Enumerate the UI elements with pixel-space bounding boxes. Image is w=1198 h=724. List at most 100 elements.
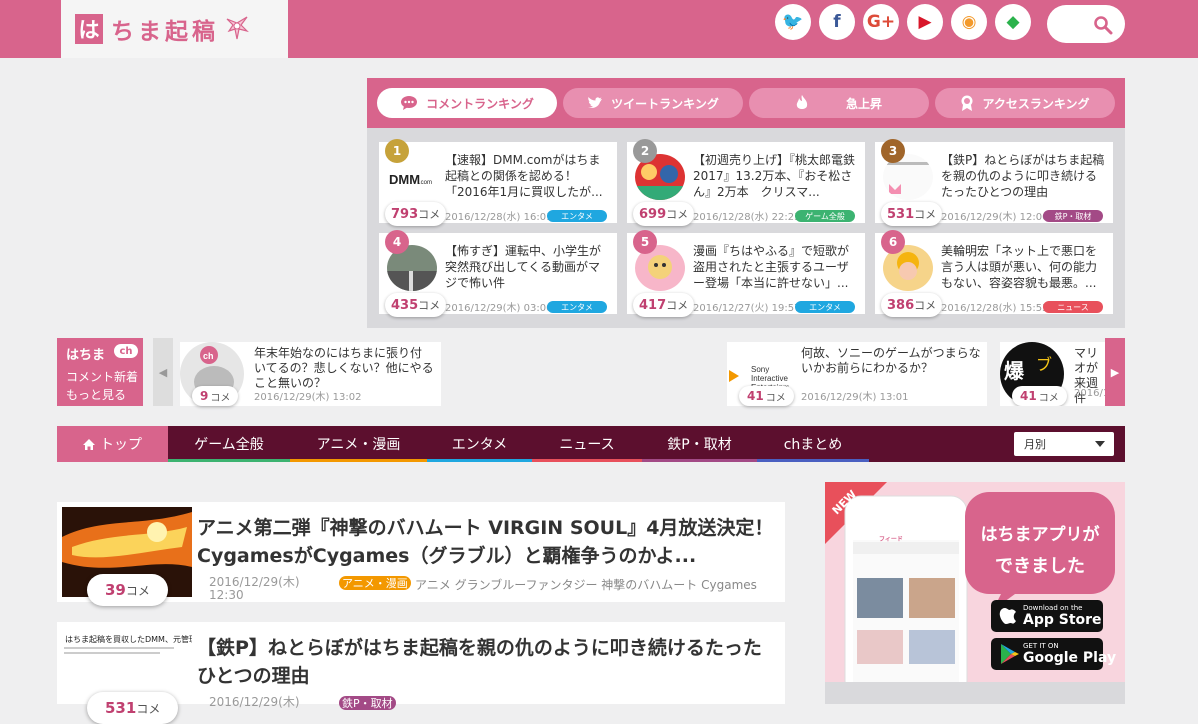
- channel-label[interactable]: はちま ch コメント新着 もっと見る: [57, 338, 143, 406]
- ranking-panel: コメントランキング ツイートランキング 急上昇 アクセスランキング 1 DMM.…: [367, 78, 1125, 328]
- nav-item-top[interactable]: トップ: [57, 426, 168, 462]
- channel-badge: ch: [114, 344, 138, 358]
- comment-count: 531 コメ: [87, 692, 179, 724]
- ranking-card[interactable]: 1 DMM .com 【速報】DMM.comがはちま起稿との関係を認める！「201…: [379, 139, 617, 226]
- comment-count: 699 コメ: [633, 202, 695, 226]
- ranking-card[interactable]: 6 美輪明宏「ネット上で悪口を言う人は頭が悪い、何の能力もない、容姿容貌も最悪。…: [875, 230, 1113, 317]
- comment-count: 793 コメ: [385, 202, 447, 226]
- nav-item-games[interactable]: ゲーム全般: [168, 426, 290, 462]
- googleplay-button[interactable]: Google Play: [1023, 650, 1116, 666]
- nav-item-ch-matome[interactable]: chまとめ: [757, 426, 869, 462]
- comment-icon: [400, 95, 418, 111]
- chevron-right-icon: ▶: [1110, 365, 1120, 379]
- tab-tweet-ranking[interactable]: ツイートランキング: [563, 88, 743, 118]
- header-bar: は ちま起稿 🐦 f G+ ▶ ◉ ◆: [0, 0, 1198, 58]
- rank-number: 3: [881, 139, 905, 163]
- channel-item[interactable]: SonyInteractiveEntertainm 何故、ソニーのゲームがつまら…: [727, 342, 987, 406]
- channel-subtitle: コメント新着: [66, 370, 139, 384]
- nav-item-entertainment[interactable]: エンタメ: [427, 426, 532, 462]
- tab-trending[interactable]: 急上昇: [749, 88, 929, 118]
- nav-item-tetsup[interactable]: 鉄P・取材: [642, 426, 757, 462]
- article-title[interactable]: アニメ第二弾『神撃のバハムート VIRGIN SOUL』4月放送決定！ Cyga…: [197, 514, 792, 570]
- search-icon[interactable]: [1093, 15, 1113, 35]
- category-tag[interactable]: 鉄P・取材: [1043, 210, 1103, 222]
- ranking-card[interactable]: 2 【初週売り上げ】『桃太郎電鉄2017』13.2万本、『おそ松さん』2万本 ク…: [627, 139, 865, 226]
- ranking-card[interactable]: 5 漫画『ちはやふる』で短歌が盗用されたと主張するユーザー登場「本当に許せない」…: [627, 230, 865, 317]
- scroll-left-button[interactable]: ◀: [153, 338, 173, 406]
- rank-number: 1: [385, 139, 409, 163]
- flame-icon: [796, 95, 808, 111]
- feedly-icon[interactable]: ◆: [995, 4, 1031, 40]
- twitter-icon[interactable]: 🐦: [775, 4, 811, 40]
- mascot-icon: [226, 16, 249, 40]
- post-date: 2016/12/29(木) 12:30: [209, 575, 300, 602]
- tab-label: コメントランキング: [426, 96, 534, 111]
- logo-text: ちま起稿: [111, 19, 219, 45]
- chevron-left-icon: ◀: [158, 365, 168, 379]
- svg-text:Interactive: Interactive: [751, 374, 788, 383]
- home-icon: [83, 438, 95, 450]
- category-tag[interactable]: アニメ・漫画: [339, 576, 411, 590]
- article-title[interactable]: 【鉄P】ねとらぼがはちま起稿を親の仇のように叩き続けるたったひとつの理由: [197, 634, 777, 690]
- rss-icon[interactable]: ◉: [951, 4, 987, 40]
- category-tag[interactable]: エンタメ: [547, 210, 607, 222]
- tab-comment-ranking[interactable]: コメントランキング: [377, 88, 557, 118]
- article-title[interactable]: 【鉄P】ねとらぼがはちま起稿を親の仇のように叩き続けるたったひとつの理由: [941, 152, 1106, 200]
- medal-icon: [960, 95, 974, 111]
- app-ad-banner[interactable]: NEW フィード はちまアプリが できました Download on the A…: [825, 482, 1125, 682]
- post-date: 2016/12/29(木): [209, 695, 300, 709]
- article-title[interactable]: 漫画『ちはやふる』で短歌が盗用されたと主張するユーザー登場「本当に許せない」..…: [693, 243, 858, 291]
- channel-item[interactable]: 爆ブ マリオが来週件 41コメ 2016/1: [1000, 342, 1105, 406]
- googleplay-caption: GET IT ON: [1023, 642, 1059, 650]
- ranking-card[interactable]: 4 【怖すぎ】運転中、小学生が突然飛び出してくる動画がマジで怖い件 435 コメ …: [379, 230, 617, 317]
- channel-title[interactable]: 何故、ソニーのゲームがつまらないかお前らにわかるか？: [801, 346, 981, 376]
- svg-text:DMM: DMM: [389, 172, 420, 187]
- ranking-card[interactable]: 3 【鉄P】ねとらぼがはちま起稿を親の仇のように叩き続けるたったひとつの理由 5…: [875, 139, 1113, 226]
- post-date: 2016/12/29(木) 12:00: [941, 212, 1049, 223]
- svg-text:爆: 爆: [1004, 359, 1025, 383]
- post-date: 2016/12/29(木) 13:01: [801, 392, 909, 403]
- category-tag[interactable]: ゲーム全般: [795, 210, 855, 222]
- category-tag[interactable]: エンタメ: [795, 301, 855, 313]
- category-tag[interactable]: 鉄P・取材: [339, 696, 396, 710]
- channel-item[interactable]: ch 年末年始なのにはちまに張り付いてるの？悲しくない？他にやること無いの？ 9…: [180, 342, 441, 406]
- article-title[interactable]: 【初週売り上げ】『桃太郎電鉄2017』13.2万本、『おそ松さん』2万本 クリス…: [693, 152, 858, 200]
- post-date: 2016/12/28(水) 22:23: [693, 212, 801, 223]
- youtube-icon[interactable]: ▶: [907, 4, 943, 40]
- category-nav: トップ ゲーム全般 アニメ・漫画 エンタメ ニュース 鉄P・取材 chまとめ: [57, 426, 1125, 462]
- post-date: 2016/1: [1074, 388, 1105, 399]
- svg-text:はちま起稿を買収したDMM、元管理: はちま起稿を買収したDMM、元管理: [65, 634, 192, 644]
- category-tag[interactable]: ニュース: [1043, 301, 1103, 313]
- article-title[interactable]: 【速報】DMM.comがはちま起稿との関係を認める！「2016年1月に買収したが…: [445, 152, 610, 200]
- category-tag[interactable]: エンタメ: [547, 301, 607, 313]
- svg-text:ch: ch: [203, 351, 214, 361]
- month-select[interactable]: 月別: [1014, 432, 1114, 456]
- nav-item-news[interactable]: ニュース: [532, 426, 642, 462]
- search-box[interactable]: [1047, 5, 1125, 43]
- tab-label: ツイートランキング: [611, 96, 719, 111]
- appstore-caption: Download on the: [1023, 604, 1083, 612]
- post-date: 2016/12/29(木) 03:00: [445, 303, 553, 314]
- comment-count: 531 コメ: [881, 202, 943, 226]
- channel-title[interactable]: 年末年始なのにはちまに張り付いてるの？悲しくない？他にやること無いの？: [254, 346, 434, 391]
- comment-count: 9 コメ: [192, 386, 239, 406]
- site-logo[interactable]: は ちま起稿: [61, 0, 288, 58]
- comment-count: 41 コメ: [1012, 386, 1067, 406]
- rank-number: 5: [633, 230, 657, 254]
- nav-item-anime[interactable]: アニメ・漫画: [290, 426, 427, 462]
- facebook-icon[interactable]: f: [819, 4, 855, 40]
- keyword-tags[interactable]: アニメ グランブルーファンタジー 神撃のバハムート Cygames: [415, 576, 757, 593]
- article-title[interactable]: 美輪明宏「ネット上で悪口を言う人は頭が悪い、何の能力もない、容姿容貌も最悪。..…: [941, 243, 1106, 291]
- article-card[interactable]: アニメ第二弾『神撃のバハムート VIRGIN SOUL』4月放送決定！ Cyga…: [57, 502, 792, 606]
- article-title[interactable]: 【怖すぎ】運転中、小学生が突然飛び出してくる動画がマジで怖い件: [445, 243, 610, 291]
- scroll-right-button[interactable]: ▶: [1105, 338, 1125, 406]
- ranking-tabs: コメントランキング ツイートランキング 急上昇 アクセスランキング: [367, 78, 1125, 128]
- tab-access-ranking[interactable]: アクセスランキング: [935, 88, 1115, 118]
- post-date: 2016/12/28(水) 15:55: [941, 303, 1049, 314]
- google-plus-icon[interactable]: G+: [863, 4, 899, 40]
- post-date: 2016/12/28(水) 16:01: [445, 212, 553, 223]
- appstore-button[interactable]: App Store: [1023, 612, 1102, 628]
- ad-headline-2: できました: [995, 556, 1085, 577]
- article-card[interactable]: はちま起稿を買収したDMM、元管理 【鉄P】ねとらぼがはちま起稿を親の仇のように…: [57, 622, 785, 724]
- more-link[interactable]: もっと見る: [66, 386, 126, 403]
